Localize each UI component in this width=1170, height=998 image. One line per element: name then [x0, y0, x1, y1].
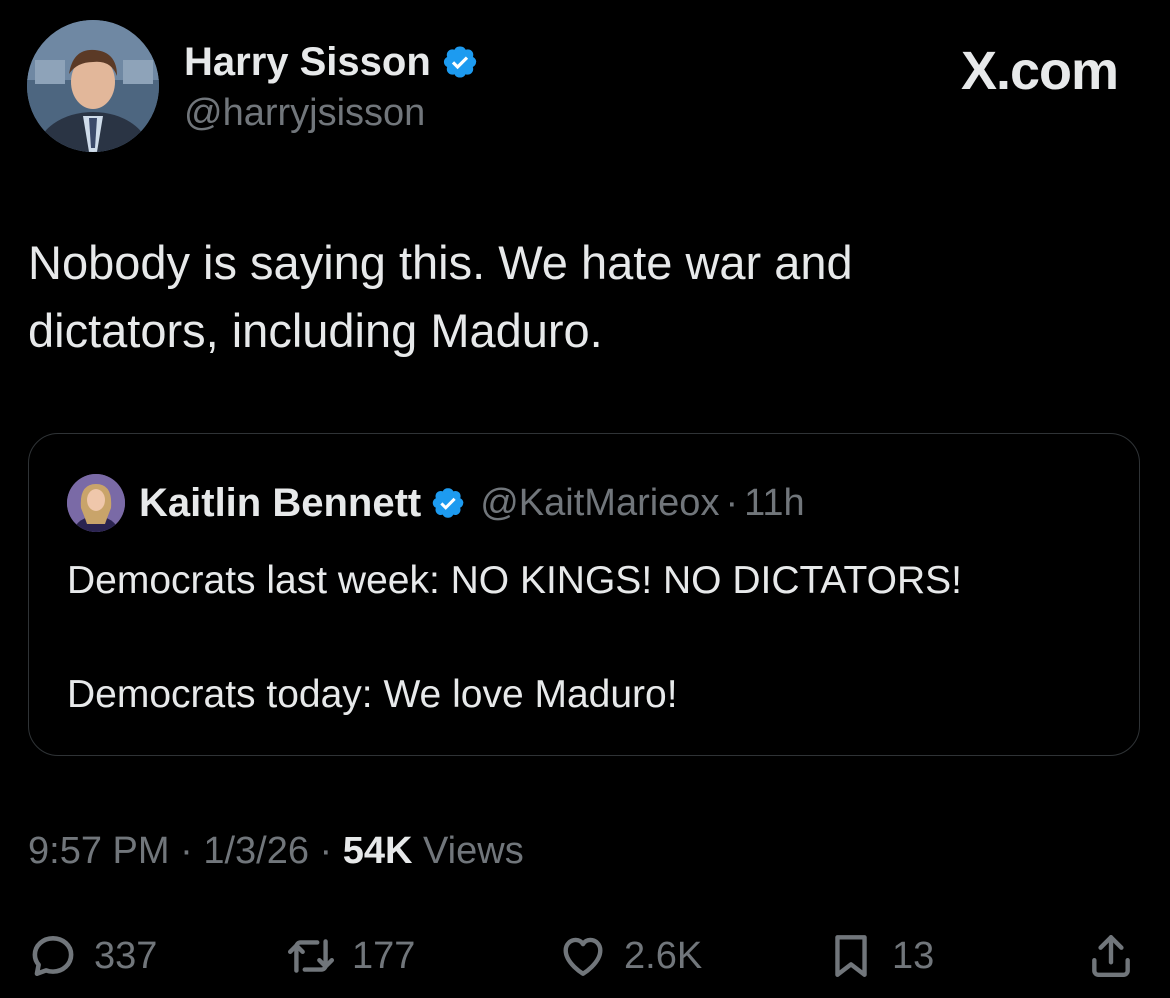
author-avatar-image — [27, 20, 159, 152]
meta-separator: · — [169, 830, 204, 872]
quote-avatar-image — [67, 474, 125, 532]
tweet-time[interactable]: 9:57 PM — [28, 830, 170, 872]
like-count: 2.6K — [624, 934, 703, 977]
tweet-meta-row: 9:57 PM · 1/3/26 · 54K Views — [28, 830, 524, 873]
quote-verified-badge-icon — [430, 485, 466, 521]
views-label: Views — [412, 830, 524, 872]
quote-text: Democrats last week: NO KINGS! NO DICTAT… — [67, 559, 963, 716]
meta-separator: · — [308, 830, 343, 872]
share-button[interactable] — [1086, 926, 1136, 986]
author-display-name[interactable]: Harry Sisson — [184, 40, 431, 85]
repost-button[interactable]: 177 — [286, 926, 415, 986]
repost-count: 177 — [352, 934, 416, 977]
author-avatar[interactable] — [27, 20, 159, 152]
reply-button[interactable]: 337 — [28, 926, 157, 986]
quote-header: Kaitlin Bennett @KaitMarieox · 11h — [139, 478, 805, 528]
tweet-text: Nobody is saying this. We hate war and d… — [28, 236, 853, 357]
share-icon — [1086, 931, 1136, 981]
repost-icon — [286, 931, 336, 981]
reply-icon — [28, 931, 78, 981]
bookmark-count: 13 — [892, 934, 935, 977]
bookmark-button[interactable]: 13 — [826, 926, 934, 986]
quote-timestamp[interactable]: 11h — [744, 482, 805, 525]
brand-logo-text: X.com — [960, 41, 1119, 101]
quote-author-avatar[interactable] — [67, 474, 125, 532]
quote-display-name[interactable]: Kaitlin Bennett — [139, 481, 421, 526]
tweet-date[interactable]: 1/3/26 — [203, 830, 309, 872]
quote-tweet-card[interactable]: Kaitlin Bennett @KaitMarieox · 11h Democ… — [28, 433, 1140, 756]
author-name-row: Harry Sisson — [184, 37, 479, 87]
views-count: 54K — [342, 830, 413, 872]
action-bar: 337 177 2.6K 13 — [0, 926, 1170, 986]
bookmark-icon — [826, 931, 876, 981]
verified-badge-icon[interactable] — [441, 43, 479, 81]
like-button[interactable]: 2.6K — [558, 926, 702, 986]
quote-handle[interactable]: @KaitMarieox — [480, 482, 719, 525]
author-handle[interactable]: @harryjsisson — [184, 92, 425, 135]
reply-count: 337 — [94, 934, 158, 977]
quote-separator: · — [725, 481, 739, 524]
heart-icon — [558, 931, 608, 981]
